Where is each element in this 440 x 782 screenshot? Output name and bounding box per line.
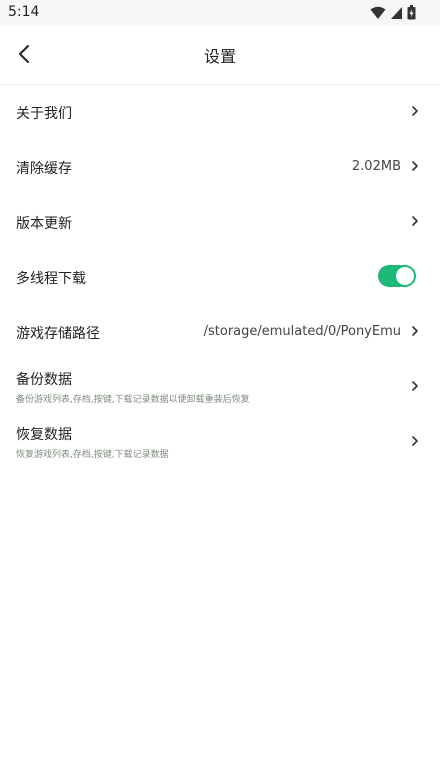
version-update-row[interactable]: 版本更新	[0, 194, 440, 249]
restore-data-label: 恢复数据	[16, 427, 72, 443]
version-update-label: 版本更新	[16, 216, 72, 232]
toggle-knob	[396, 267, 414, 285]
status-bar: 5:14	[0, 0, 440, 26]
multi-thread-toggle[interactable]	[378, 265, 416, 287]
storage-path-value: /storage/emulated/0/PonyEmu	[203, 324, 401, 339]
storage-path-row[interactable]: 游戏存储路径 /storage/emulated/0/PonyEmu	[0, 304, 440, 359]
backup-data-label: 备份数据	[16, 372, 72, 388]
chevron-right-icon	[412, 326, 418, 336]
chevron-right-icon	[412, 436, 418, 446]
page-title: 设置	[203, 47, 236, 66]
chevron-right-icon	[412, 216, 418, 226]
restore-data-description: 恢复游戏列表,存档,按键,下载记录数据	[16, 450, 169, 460]
storage-path-label: 游戏存储路径	[16, 326, 100, 342]
status-icons	[370, 5, 416, 20]
chevron-right-icon	[412, 381, 418, 391]
chevron-right-icon	[412, 106, 418, 116]
clear-cache-row[interactable]: 清除缓存 2.02MB	[0, 139, 440, 194]
about-us-label: 关于我们	[16, 106, 72, 122]
about-us-row[interactable]: 关于我们	[0, 84, 440, 139]
cache-size-value: 2.02MB	[351, 159, 401, 174]
multi-thread-download-label: 多线程下载	[16, 271, 86, 287]
backup-data-row[interactable]: 备份数据 备份游戏列表,存档,按键,下载记录数据以便卸载重装后恢复	[0, 359, 440, 414]
status-time: 5:14	[8, 4, 40, 20]
settings-list: 关于我们 清除缓存 2.02MB 版本更新 多线程下载 游戏存储路径 /stor…	[0, 84, 440, 469]
multi-thread-download-row: 多线程下载	[0, 249, 440, 304]
restore-data-row[interactable]: 恢复数据 恢复游戏列表,存档,按键,下载记录数据	[0, 414, 440, 469]
app-header: 设置	[0, 26, 440, 85]
chevron-right-icon	[412, 161, 418, 171]
battery-icon	[407, 5, 416, 20]
backup-data-description: 备份游戏列表,存档,按键,下载记录数据以便卸载重装后恢复	[16, 395, 250, 405]
wifi-icon	[370, 6, 386, 19]
signal-icon	[391, 6, 402, 19]
clear-cache-label: 清除缓存	[16, 161, 72, 177]
